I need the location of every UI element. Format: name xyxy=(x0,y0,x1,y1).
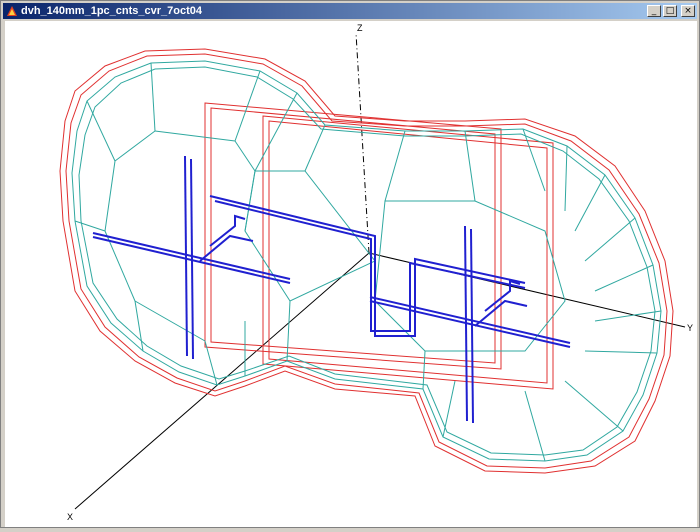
title-bar[interactable]: dvh_140mm_1pc_cnts_cvr_7oct04 _ □ × xyxy=(3,3,697,19)
model-canvas[interactable]: Z Y X xyxy=(5,21,697,527)
app-logo-icon xyxy=(6,5,18,17)
axis-label-y: Y xyxy=(687,323,693,333)
outer-shell xyxy=(59,48,674,474)
maximize-icon: □ xyxy=(665,5,675,16)
maximize-button[interactable]: □ xyxy=(663,5,677,17)
close-button[interactable]: × xyxy=(681,5,695,17)
app-window: dvh_140mm_1pc_cnts_cvr_7oct04 _ □ × Z Y … xyxy=(0,0,700,528)
inner-shell xyxy=(71,60,662,462)
axis-label-x: X xyxy=(67,512,73,522)
x-axis xyxy=(74,252,370,510)
3d-viewport[interactable]: Z Y X xyxy=(5,21,697,527)
close-icon: × xyxy=(684,5,692,16)
z-axis xyxy=(355,32,370,254)
window-title: dvh_140mm_1pc_cnts_cvr_7oct04 xyxy=(21,5,203,17)
minimize-button[interactable]: _ xyxy=(647,5,661,17)
axis-label-z: Z xyxy=(357,23,363,33)
minimize-icon: _ xyxy=(651,5,657,16)
